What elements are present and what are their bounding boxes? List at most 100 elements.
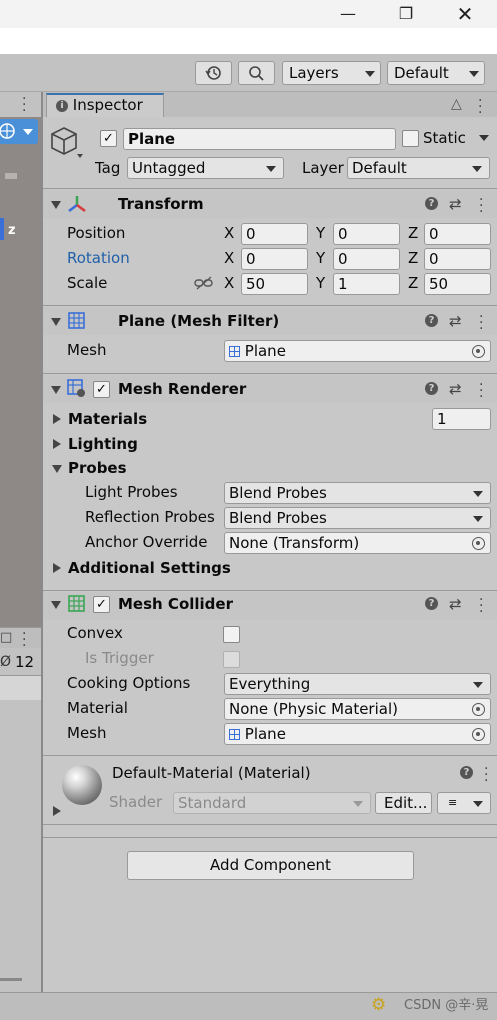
history-button[interactable] (195, 61, 232, 85)
component-menu-icon[interactable]: · · · (479, 193, 483, 219)
lighting-foldout[interactable]: Lighting (68, 435, 138, 453)
fold-down-icon[interactable] (51, 201, 61, 209)
shader-dropdown: Standard (173, 792, 371, 814)
debug-icon[interactable]: ⚙ (371, 996, 386, 1014)
fold-right-icon[interactable] (53, 563, 61, 573)
hierarchy-menu-icon[interactable]: · · · (22, 627, 26, 653)
position-z-input[interactable]: 0 (424, 223, 491, 245)
additional-settings-foldout[interactable]: Additional Settings (68, 559, 231, 577)
add-component-button[interactable]: Add Component (127, 851, 414, 880)
mesh-renderer-enabled-checkbox[interactable]: ✓ (93, 381, 110, 398)
object-picker-icon[interactable] (472, 703, 485, 716)
scale-y-label[interactable]: Y (316, 274, 325, 292)
gizmo-toggle-button[interactable] (0, 119, 38, 144)
cooking-options-value: Everything (229, 675, 311, 693)
position-z-label[interactable]: Z (408, 224, 418, 242)
constrain-proportions-icon[interactable] (194, 276, 214, 290)
shader-options-button[interactable]: ≡ (437, 792, 491, 814)
presets-icon[interactable]: ⇄ (449, 380, 462, 398)
position-x-label[interactable]: X (224, 224, 234, 242)
materials-count-input[interactable]: 1 (432, 408, 491, 430)
tag-dropdown[interactable]: Untagged (127, 157, 284, 179)
chevron-down-icon (353, 801, 363, 807)
presets-icon[interactable]: ⇄ (449, 195, 462, 213)
anchor-override-field[interactable]: None (Transform) (224, 532, 491, 554)
scene-menu-icon[interactable]: · · · (22, 92, 26, 118)
mesh-filter-mesh-field[interactable]: Plane (224, 340, 491, 362)
fold-right-icon[interactable] (53, 439, 61, 449)
scale-z-input[interactable]: 50 (424, 273, 491, 295)
light-probes-dropdown[interactable]: Blend Probes (224, 482, 491, 504)
scale-z-label[interactable]: Z (408, 274, 418, 292)
presets-icon[interactable]: ⇄ (449, 595, 462, 613)
layer-dropdown[interactable]: Default (347, 157, 490, 179)
object-picker-icon[interactable] (472, 728, 485, 741)
collider-mesh-field[interactable]: Plane (224, 723, 491, 745)
convex-checkbox[interactable] (223, 626, 240, 643)
scene-view[interactable] (0, 117, 41, 627)
scrollbar-handle[interactable] (0, 978, 22, 981)
rotation-z-input[interactable]: 0 (424, 248, 491, 270)
reflection-probes-label: Reflection Probes (85, 508, 215, 526)
scale-y-input[interactable]: 1 (333, 273, 400, 295)
position-x-input[interactable]: 0 (241, 223, 308, 245)
component-menu-icon[interactable]: · · · (479, 378, 483, 404)
cooking-options-dropdown[interactable]: Everything (224, 673, 491, 695)
fold-right-icon[interactable] (53, 806, 61, 816)
materials-foldout[interactable]: Materials (68, 410, 147, 428)
fold-down-icon[interactable] (52, 465, 62, 473)
tab-inspector[interactable]: i Inspector (46, 93, 164, 117)
layout-dropdown[interactable]: Default (387, 61, 485, 85)
help-icon[interactable]: ? (425, 597, 438, 610)
scale-label: Scale (67, 274, 108, 292)
chevron-down-icon (469, 71, 479, 77)
hierarchy-row[interactable] (0, 676, 41, 700)
object-picker-icon[interactable] (472, 537, 485, 550)
static-checkbox[interactable] (402, 130, 419, 147)
layers-dropdown[interactable]: Layers (282, 61, 381, 85)
help-icon[interactable]: ? (425, 314, 438, 327)
fold-down-icon[interactable] (51, 601, 61, 609)
rotation-x-label[interactable]: X (224, 249, 234, 267)
fold-down-icon[interactable] (51, 318, 61, 326)
gameobject-cube-icon[interactable] (50, 126, 84, 162)
position-y-label[interactable]: Y (316, 224, 325, 242)
help-icon[interactable]: ? (425, 197, 438, 210)
hidden-eye-icon[interactable]: Ø (0, 653, 11, 671)
static-dropdown-icon[interactable] (479, 135, 489, 141)
component-menu-icon[interactable]: · · · (479, 593, 483, 619)
section-divider (43, 590, 497, 591)
rotation-y-input[interactable]: 0 (333, 248, 400, 270)
inspector-menu-icon[interactable]: · · · (478, 94, 482, 120)
restore-icon[interactable]: ❐ (386, 0, 426, 28)
help-icon[interactable]: ? (425, 382, 438, 395)
scale-x-label[interactable]: X (224, 274, 234, 292)
watermark-text: CSDN @辛·晃 (404, 998, 489, 1013)
presets-icon[interactable]: ⇄ (449, 312, 462, 330)
scale-x-input[interactable]: 50 (241, 273, 308, 295)
edit-shader-button[interactable]: Edit... (375, 792, 432, 814)
rotation-y-label[interactable]: Y (316, 249, 325, 267)
reflection-probes-dropdown[interactable]: Blend Probes (224, 507, 491, 529)
lock-icon[interactable]: △ (451, 95, 462, 113)
active-checkbox[interactable]: ✓ (100, 130, 117, 147)
fold-down-icon[interactable] (51, 386, 61, 394)
mesh-collider-enabled-checkbox[interactable]: ✓ (93, 596, 110, 613)
collider-material-field[interactable]: None (Physic Material) (224, 698, 491, 720)
component-menu-icon[interactable]: · · · (484, 762, 488, 788)
convex-label: Convex (67, 624, 123, 642)
lock-icon[interactable]: □ (0, 629, 12, 647)
object-picker-icon[interactable] (472, 345, 485, 358)
search-button[interactable] (238, 61, 275, 85)
probes-foldout[interactable]: Probes (68, 459, 127, 477)
rotation-z-label[interactable]: Z (408, 249, 418, 267)
component-menu-icon[interactable]: · · · (479, 310, 483, 336)
fold-right-icon[interactable] (53, 414, 61, 424)
help-icon[interactable]: ? (460, 766, 473, 779)
minimize-icon[interactable]: — (328, 0, 368, 28)
layout-dropdown-label: Default (394, 64, 449, 82)
position-y-input[interactable]: 0 (333, 223, 400, 245)
rotation-x-input[interactable]: 0 (241, 248, 308, 270)
close-icon[interactable]: ✕ (445, 0, 485, 28)
object-name-input[interactable]: Plane (123, 128, 396, 150)
